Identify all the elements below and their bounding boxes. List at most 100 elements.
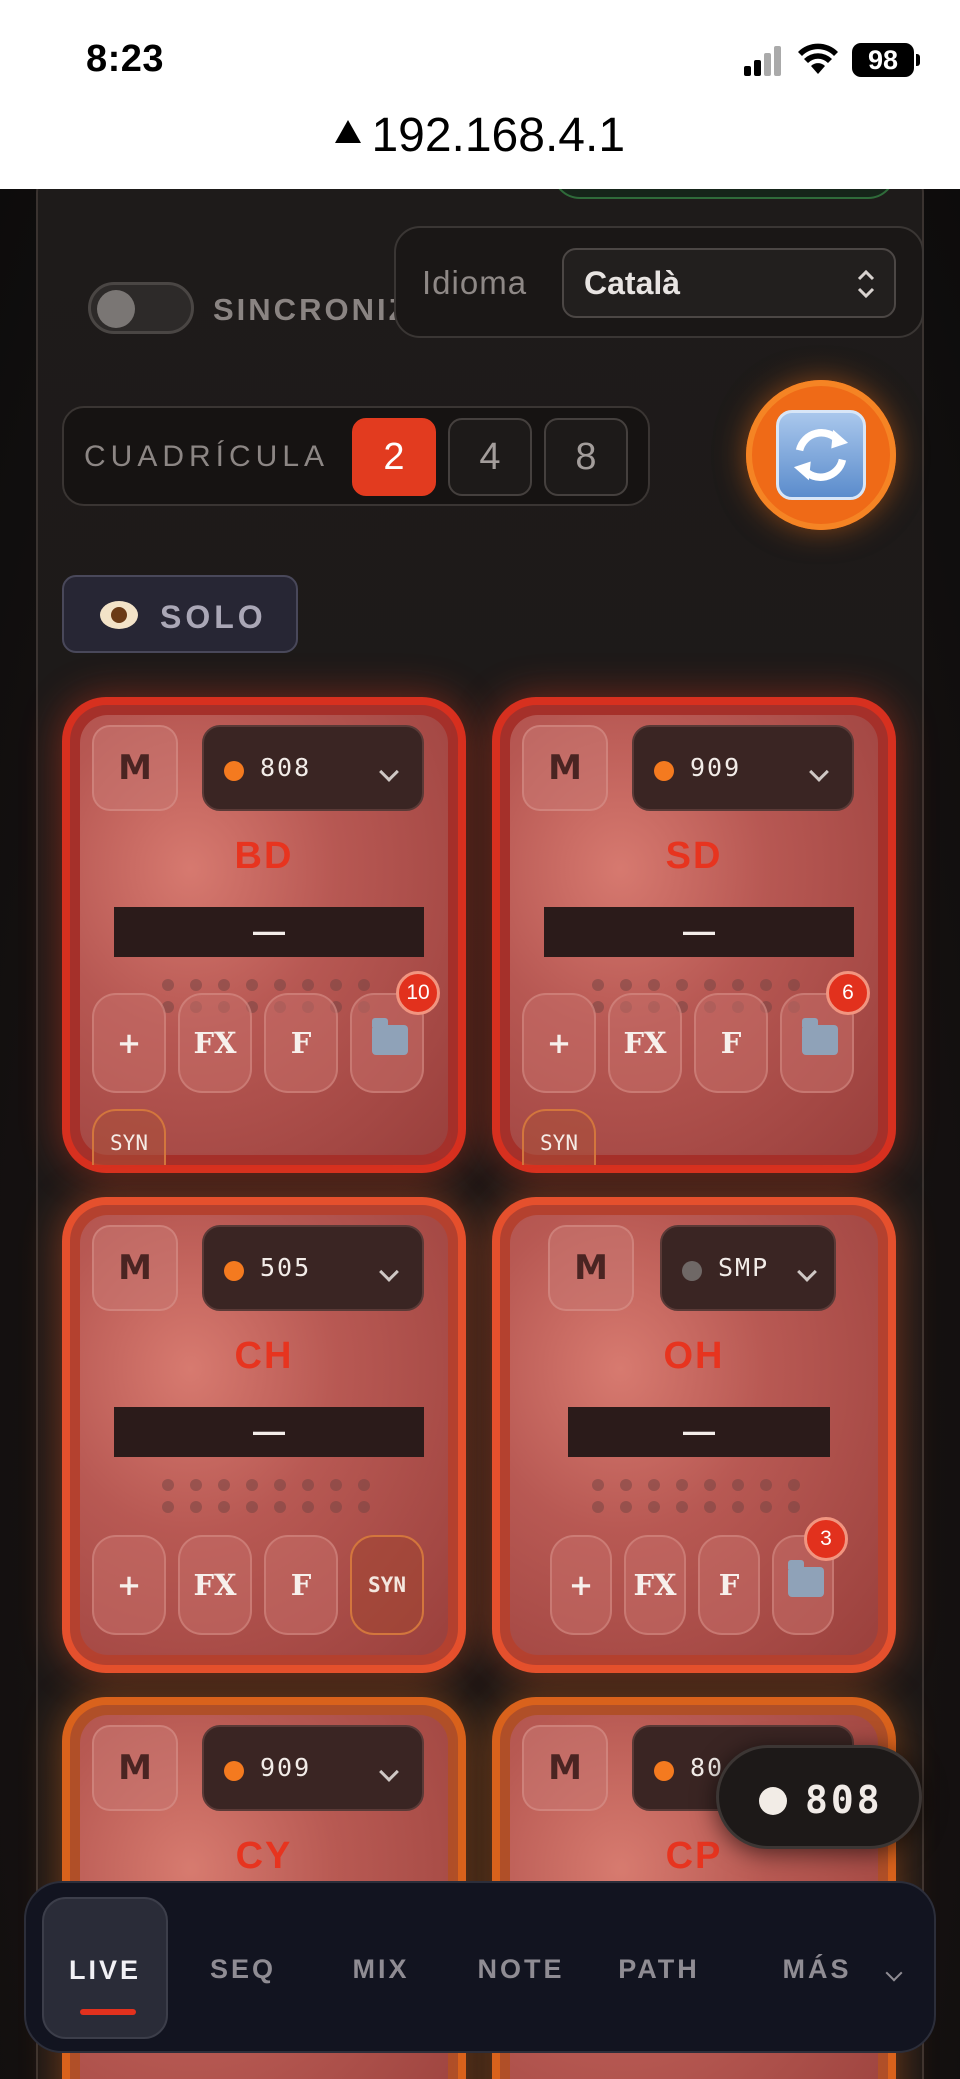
engine-label: 505	[260, 1253, 312, 1282]
filter-button[interactable]: F	[264, 1535, 338, 1635]
active-indicator	[80, 2009, 136, 2015]
syn-tab[interactable]: SYN	[522, 1109, 596, 1165]
chevron-updown-icon	[857, 269, 875, 299]
engine-label: 808	[260, 753, 312, 782]
language-select[interactable]: Català	[562, 248, 896, 318]
add-button[interactable]: +	[550, 1535, 612, 1635]
folder-icon	[788, 1560, 824, 1597]
battery-icon: 98	[852, 43, 920, 77]
engine-dot-icon	[654, 1761, 674, 1781]
fx-button[interactable]: FX	[608, 993, 682, 1093]
filter-button[interactable]: F	[694, 993, 768, 1093]
filter-button[interactable]: F	[698, 1535, 760, 1635]
engine-label: SMP	[718, 1253, 770, 1282]
tab-mix[interactable]: MIX	[316, 1883, 446, 2055]
mute-button[interactable]: M	[548, 1225, 634, 1311]
tab-live[interactable]: LIVE	[42, 1897, 168, 2039]
filter-button[interactable]: F	[264, 993, 338, 1093]
fx-button[interactable]: FX	[178, 1535, 252, 1635]
mute-button[interactable]: M	[92, 725, 178, 811]
chevron-down-icon	[379, 1762, 399, 1782]
tab-more[interactable]: MÁS	[752, 1883, 882, 2055]
grid-label: CUADRÍCULA	[84, 440, 330, 473]
grid-option-8[interactable]: 8	[544, 418, 628, 496]
pad-name: CH	[234, 1335, 294, 1377]
status-time: 8:23	[86, 38, 165, 80]
tab-live-label: LIVE	[68, 1955, 141, 1985]
folder-icon	[372, 1018, 408, 1055]
level-meter: —	[114, 907, 424, 957]
toggle-knob	[97, 290, 135, 328]
mute-button[interactable]: M	[92, 1225, 178, 1311]
solo-label: SOLO	[160, 599, 267, 635]
pad-name: CY	[235, 1835, 293, 1877]
grid-selector: CUADRÍCULA 2 4 8	[62, 406, 650, 506]
engine-select[interactable]: 505	[202, 1225, 424, 1311]
status-strip	[552, 189, 896, 199]
engine-select[interactable]: SMP	[660, 1225, 836, 1311]
syn-button[interactable]: SYN	[350, 1535, 424, 1635]
language-value: Català	[584, 265, 681, 301]
fx-button[interactable]: FX	[624, 1535, 686, 1635]
sync-label: SINCRONIZ	[213, 292, 411, 327]
chevron-down-icon	[797, 1262, 817, 1282]
engine-select[interactable]: 808	[202, 725, 424, 811]
address-bar[interactable]: 192.168.4.1	[0, 108, 960, 163]
fx-button[interactable]: FX	[178, 993, 252, 1093]
add-button[interactable]: +	[92, 993, 166, 1093]
meter-text: —	[683, 913, 715, 949]
kit-pill-label: 808	[805, 1778, 883, 1822]
sync-toggle[interactable]	[88, 282, 194, 334]
ios-status-area: 8:23 98 192.168.4.1	[0, 0, 960, 189]
add-button[interactable]: +	[92, 1535, 166, 1635]
chevron-down-icon	[809, 762, 829, 782]
engine-select[interactable]: 909	[202, 1725, 424, 1811]
language-box: Idioma Català	[394, 226, 924, 338]
pad-name: SD	[665, 835, 723, 877]
meter-text: —	[253, 1413, 285, 1449]
meter-text: —	[683, 1413, 715, 1449]
level-meter: —	[114, 1407, 424, 1457]
pad-bd[interactable]: M 808 BD — + FX F 10 SYN	[62, 697, 466, 1173]
level-meter: —	[568, 1407, 830, 1457]
level-meter: —	[544, 907, 854, 957]
mute-button[interactable]: M	[92, 1725, 178, 1811]
mute-button[interactable]: M	[522, 725, 608, 811]
tab-note[interactable]: NOTE	[456, 1883, 586, 2055]
dot-grid	[162, 1479, 372, 1519]
meter-text: —	[253, 913, 285, 949]
warning-icon	[334, 120, 361, 143]
chevron-down-icon	[379, 762, 399, 782]
engine-dot-icon	[224, 761, 244, 781]
engine-select[interactable]: 909	[632, 725, 854, 811]
refresh-button[interactable]	[746, 380, 896, 530]
pad-oh[interactable]: M SMP OH — + FX F 3	[492, 1197, 896, 1673]
engine-dot-icon	[654, 761, 674, 781]
wifi-icon	[798, 43, 838, 74]
cellular-signal-icon	[744, 44, 784, 76]
bottom-nav: LIVE SEQ MIX NOTE PATH MÁS	[24, 1881, 936, 2053]
grid-option-2[interactable]: 2	[352, 418, 436, 496]
refresh-icon	[776, 410, 866, 500]
engine-label: 909	[260, 1753, 312, 1782]
mute-button[interactable]: M	[522, 1725, 608, 1811]
syn-tab[interactable]: SYN	[92, 1109, 166, 1165]
app-viewport: SINCRONIZ Idioma Català CUADRÍCULA 2 4 8…	[0, 189, 960, 2079]
tab-seq[interactable]: SEQ	[178, 1883, 308, 2055]
chevron-down-icon[interactable]	[885, 1964, 903, 1982]
add-button[interactable]: +	[522, 993, 596, 1093]
pad-name: OH	[663, 1335, 725, 1377]
pad-ch[interactable]: M 505 CH — + FX F SYN	[62, 1197, 466, 1673]
pad-name: BD	[234, 835, 294, 877]
engine-dot-icon	[682, 1261, 702, 1281]
tab-path[interactable]: PATH	[594, 1883, 724, 2055]
engine-dot-icon	[224, 1261, 244, 1281]
language-label: Idioma	[422, 264, 528, 301]
folder-icon	[802, 1018, 838, 1055]
kit-pill-button[interactable]: 808	[716, 1745, 922, 1849]
grid-option-4[interactable]: 4	[448, 418, 532, 496]
dot-grid	[592, 1479, 802, 1519]
pad-sd[interactable]: M 909 SD — + FX F 6 SYN	[492, 697, 896, 1173]
status-dot-icon	[759, 1787, 787, 1815]
solo-button[interactable]: SOLO	[62, 575, 298, 653]
